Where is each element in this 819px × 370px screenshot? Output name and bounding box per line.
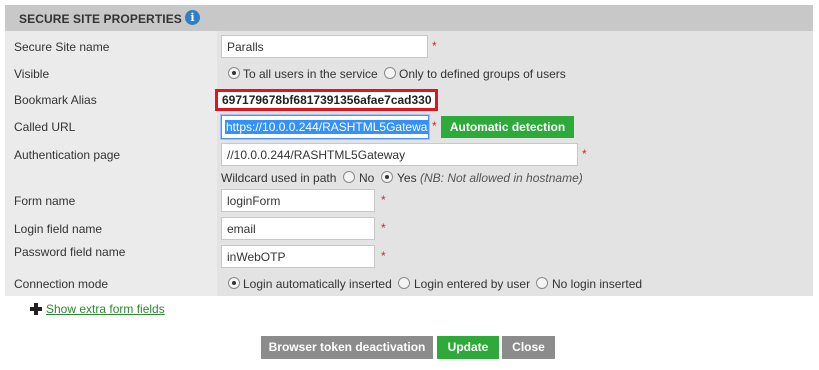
required-marker: * [432, 119, 437, 133]
visible-all-users-label: To all users in the service [243, 67, 378, 81]
wildcard-label: Wildcard used in path [221, 171, 337, 185]
visible-label: Visible [14, 67, 50, 81]
connection-user-label: Login entered by user [414, 277, 531, 291]
close-button[interactable]: Close [502, 336, 555, 359]
site-name-input[interactable]: Paralls [221, 35, 428, 58]
required-marker: * [381, 193, 386, 207]
auth-page-input[interactable]: //10.0.0.244/RASHTML5Gateway [221, 143, 578, 166]
password-field-label: Password field name [14, 245, 126, 259]
required-marker: * [432, 39, 437, 53]
wildcard-no-label: No [359, 171, 375, 185]
required-marker: * [381, 221, 386, 235]
login-field-input[interactable]: email [221, 217, 375, 240]
visible-all-users-radio[interactable] [228, 67, 240, 79]
connection-none-radio[interactable] [536, 277, 548, 289]
connection-auto-label: Login automatically inserted [243, 277, 392, 291]
bookmark-alias-highlight: 697179678bf6817391356afae7cad330 [215, 89, 438, 111]
form-name-label: Form name [14, 194, 76, 208]
called-url-selected-text: https://10.0.0.244/RASHTML5Gatewa [225, 120, 428, 134]
bookmark-alias-value: 697179678bf6817391356afae7cad330 [222, 93, 432, 107]
called-url-label: Called URL [14, 120, 76, 134]
form-name-input[interactable]: loginForm [221, 189, 375, 212]
bookmark-alias-label: Bookmark Alias [14, 93, 97, 107]
login-field-label: Login field name [14, 222, 103, 236]
visible-groups-radio[interactable] [384, 67, 396, 79]
wildcard-note: (NB: Not allowed in hostname) [420, 171, 583, 185]
update-button[interactable]: Update [437, 336, 499, 359]
show-extra-fields-link[interactable]: Show extra form fields [46, 302, 165, 316]
connection-auto-radio[interactable] [228, 277, 240, 289]
wildcard-no-radio[interactable] [343, 171, 355, 183]
plus-icon [30, 303, 42, 315]
required-marker: * [381, 249, 386, 263]
panel-header: SECURE SITE PROPERTIES i [5, 5, 813, 31]
connection-mode-label: Connection mode [14, 277, 109, 291]
password-field-input[interactable]: inWebOTP [221, 245, 375, 268]
automatic-detection-button[interactable]: Automatic detection [441, 116, 574, 138]
info-icon[interactable]: i [185, 10, 200, 25]
wildcard-yes-radio[interactable] [381, 171, 393, 183]
connection-user-radio[interactable] [398, 277, 410, 289]
panel-title: SECURE SITE PROPERTIES [19, 12, 182, 26]
browser-token-deactivation-button[interactable]: Browser token deactivation [261, 336, 433, 359]
wildcard-yes-label: Yes [397, 171, 417, 185]
auth-page-label: Authentication page [14, 148, 121, 162]
site-name-label: Secure Site name [14, 40, 110, 54]
connection-none-label: No login inserted [552, 277, 643, 291]
called-url-input[interactable]: https://10.0.0.244/RASHTML5Gatewa [221, 115, 429, 139]
required-marker: * [582, 147, 587, 161]
visible-groups-label: Only to defined groups of users [399, 67, 566, 81]
